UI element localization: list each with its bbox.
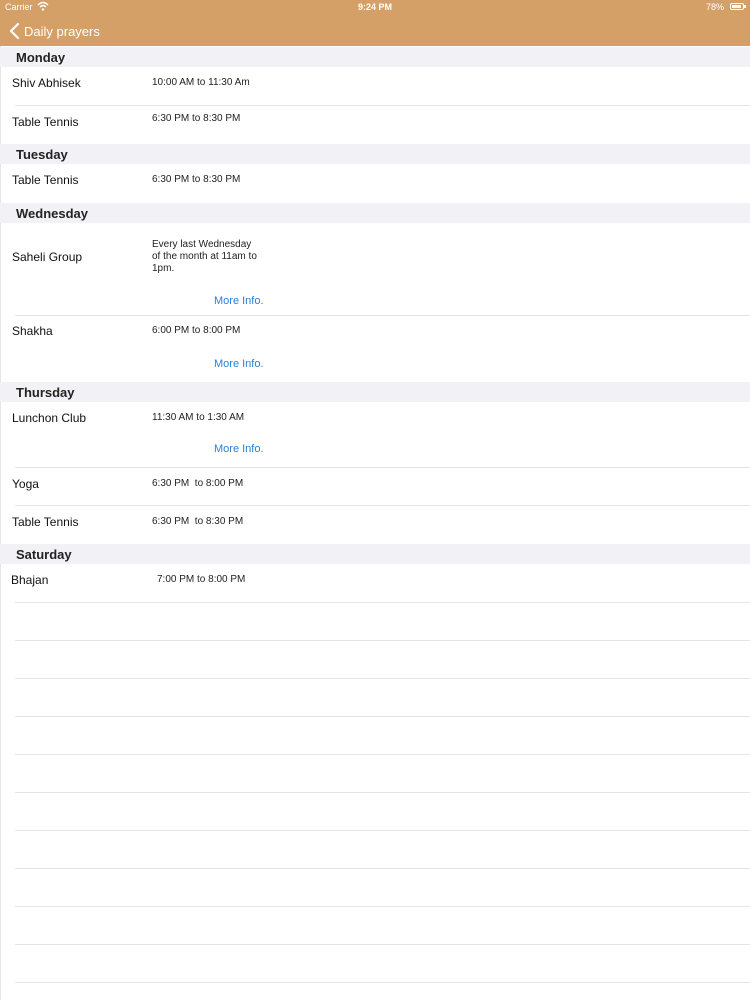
item-time-line: 1pm.: [152, 263, 175, 274]
more-info-link[interactable]: More Info.: [214, 443, 264, 455]
row-separator: [15, 944, 750, 945]
schedule-list[interactable]: [0, 46, 750, 1000]
row-separator: [15, 982, 750, 983]
section-header-wednesday: Wednesday: [0, 203, 750, 223]
status-time: 9:24 PM: [357, 2, 392, 12]
row-separator: [15, 505, 750, 506]
section-header-thursday: Thursday: [0, 382, 750, 402]
item-name: Table Tennis: [12, 173, 79, 187]
list-left-edge: [0, 46, 1, 1000]
status-bar: Carrier 9:24 PM 78%: [0, 0, 750, 14]
item-name: Yoga: [12, 477, 39, 491]
item-time-line: of the month at 11am to: [152, 251, 257, 262]
item-name: Table Tennis: [12, 515, 79, 529]
battery-icon: [730, 3, 746, 10]
row-separator: [15, 602, 750, 603]
row-separator: [15, 315, 750, 316]
section-header-tuesday: Tuesday: [0, 144, 750, 164]
section-title: Saturday: [16, 547, 72, 562]
more-info-link[interactable]: More Info.: [214, 295, 264, 307]
section-header-monday: Monday: [0, 47, 750, 67]
section-header-saturday: Saturday: [0, 544, 750, 564]
back-button-label: Daily prayers: [24, 23, 100, 39]
battery-percent: 78%: [705, 2, 724, 12]
section-title: Wednesday: [16, 206, 89, 221]
item-time-line: Every last Wednesday: [152, 239, 252, 250]
section-title: Tuesday: [16, 147, 68, 162]
item-time: 11:30 AM to 1:30 AM: [152, 412, 245, 423]
section-title: Thursday: [16, 385, 75, 400]
item-name: Shiv Abhisek: [12, 76, 81, 90]
item-time: 7:00 PM to 8:00 PM: [157, 574, 246, 585]
row-separator: [15, 678, 750, 679]
item-time: 6:30 PM to 8:30 PM: [152, 113, 241, 124]
section-title: Monday: [16, 50, 66, 65]
row-separator: [15, 830, 750, 831]
row-separator: [15, 467, 750, 468]
row-separator: [15, 105, 750, 106]
item-name: Table Tennis: [12, 115, 79, 129]
item-name: Saheli Group: [12, 250, 83, 264]
back-button[interactable]: Daily prayers: [0, 18, 100, 44]
item-name: Lunchon Club: [12, 411, 87, 425]
row-separator: [15, 906, 750, 907]
item-time: 10:00 AM to 11:30 Am: [152, 77, 250, 88]
chevron-left-icon: [9, 22, 20, 40]
header-bar: Carrier 9:24 PM 78% Daily prayers: [0, 0, 750, 46]
row-separator: [15, 792, 750, 793]
item-time: 6:30 PM to 8:30 PM: [152, 174, 241, 185]
row-separator: [15, 716, 750, 717]
row-separator: [15, 868, 750, 869]
more-info-link[interactable]: More Info.: [214, 358, 264, 370]
item-name: Bhajan: [11, 573, 49, 587]
item-name: Shakha: [12, 324, 53, 338]
item-time: 6:30 PM to 8:30 PM: [152, 516, 244, 527]
row-separator: [15, 754, 750, 755]
item-time: 6:30 PM to 8:00 PM: [152, 478, 244, 489]
item-time: 6:00 PM to 8:00 PM: [152, 325, 241, 336]
row-separator: [15, 640, 750, 641]
